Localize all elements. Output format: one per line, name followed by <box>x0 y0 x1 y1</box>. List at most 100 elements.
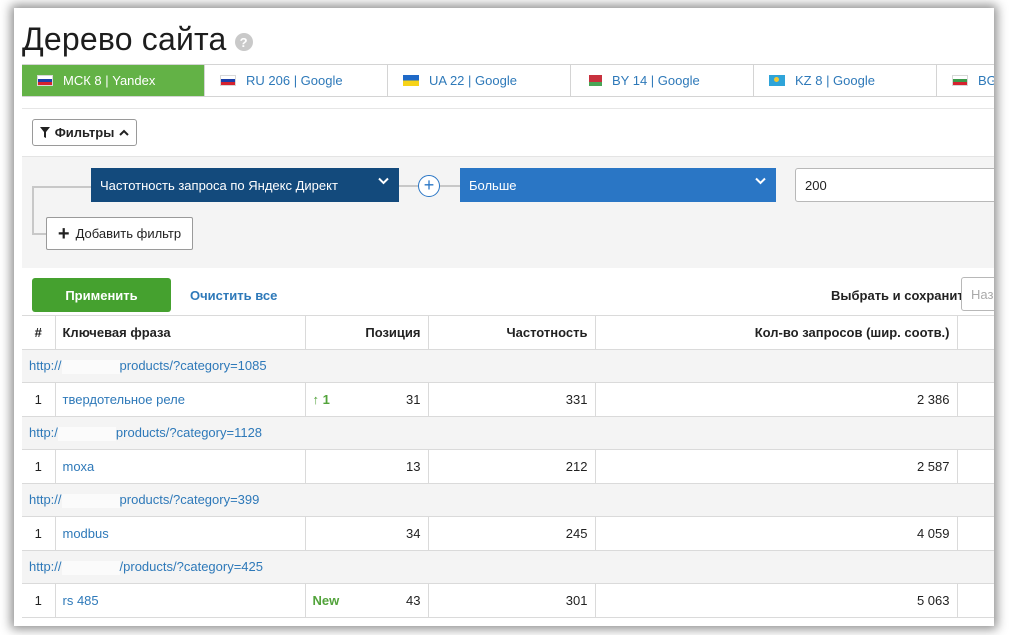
url-suffix: products/?category=1085 <box>119 357 267 373</box>
url-redaction <box>61 493 120 508</box>
position-value: 13 <box>406 458 421 474</box>
url-group-row: http:/ products/?category=1128 <box>22 416 994 450</box>
keyword-cell: твердотельное реле <box>55 382 306 417</box>
tab-label: UA 22 | Google <box>429 73 517 88</box>
keyword-cell: moxa <box>55 449 306 484</box>
url-suffix: /products/?category=425 <box>119 558 263 574</box>
position-cell: ↑ 1 31 <box>305 382 429 417</box>
add-condition-icon[interactable]: + <box>418 175 440 197</box>
russia-flag-icon <box>220 75 236 86</box>
table-row: 1 moxa 13 212 2 587 <box>22 449 994 484</box>
group-url-link[interactable]: http:// products/?category=399 <box>22 483 994 517</box>
position-value: 31 <box>406 391 421 407</box>
chevron-down-icon <box>378 177 389 185</box>
keyword-cell: rs 485 <box>55 583 306 618</box>
column-header-keyword[interactable]: Ключевая фраза <box>55 315 306 350</box>
table-row: 1 rs 485 New 43 301 5 063 <box>22 583 994 618</box>
column-header-frequency[interactable]: Частотность <box>428 315 596 350</box>
frequency-cell: 245 <box>428 516 596 551</box>
metric-select[interactable]: Частотность запроса по Яндекс Директ <box>91 168 399 202</box>
chevron-down-icon <box>755 177 766 185</box>
operator-select-value: Больше <box>469 177 517 193</box>
region-tabs: МСК 8 | Yandex RU 206 | Google UA 22 | G… <box>22 64 994 97</box>
chevron-up-icon <box>119 129 130 136</box>
url-suffix: products/?category=1128 <box>115 424 263 440</box>
keyword-link[interactable]: moxa <box>63 459 95 474</box>
column-header-extra <box>957 315 994 350</box>
connector-line <box>440 185 460 187</box>
add-filter-button[interactable]: + Добавить фильтр <box>46 217 193 250</box>
url-group-row: http:// /products/?category=425 <box>22 550 994 584</box>
tab-msk-yandex[interactable]: МСК 8 | Yandex <box>22 65 205 96</box>
keyword-link[interactable]: modbus <box>63 526 109 541</box>
keyword-cell: modbus <box>55 516 306 551</box>
filter-header: Фильтры <box>22 109 994 157</box>
tab-by-google[interactable]: BY 14 | Google <box>571 65 754 96</box>
url-prefix: http:// <box>29 558 62 574</box>
help-icon[interactable]: ? <box>234 33 253 51</box>
extra-cell <box>957 516 994 551</box>
position-value: 43 <box>406 592 421 608</box>
ukraine-flag-icon <box>403 75 419 86</box>
site-tree-panel: Дерево сайта ? МСК 8 | Yandex RU 206 | G… <box>14 8 994 626</box>
queries-cell: 4 059 <box>595 516 958 551</box>
action-row: Применить Очистить все Выбрать и сохрани… <box>22 268 994 318</box>
queries-cell: 2 587 <box>595 449 958 484</box>
filters-toggle-button[interactable]: Фильтры <box>32 119 137 146</box>
filter-value-input[interactable] <box>795 168 994 202</box>
belarus-flag-icon <box>586 75 602 86</box>
position-cell: 13 <box>305 449 429 484</box>
page-title: Дерево сайта <box>22 20 227 57</box>
tab-label: МСК 8 | Yandex <box>63 73 156 88</box>
metric-select-value: Частотность запроса по Яндекс Директ <box>100 177 338 193</box>
column-header-queries[interactable]: Кол-во запросов (шир. соотв.) <box>595 315 958 350</box>
apply-button[interactable]: Применить <box>32 278 171 312</box>
tab-ua-google[interactable]: UA 22 | Google <box>388 65 571 96</box>
group-url-link[interactable]: http:// /products/?category=425 <box>22 550 994 584</box>
url-redaction <box>61 560 120 575</box>
tab-ru-google[interactable]: RU 206 | Google <box>205 65 388 96</box>
filter-tree-line <box>32 186 34 235</box>
keyword-link[interactable]: твердотельное реле <box>63 392 185 407</box>
kazakhstan-flag-icon <box>769 75 785 86</box>
extra-cell <box>957 382 994 417</box>
frequency-cell: 331 <box>428 382 596 417</box>
url-group-row: http:// products/?category=399 <box>22 483 994 517</box>
bulgaria-flag-icon <box>952 75 968 86</box>
title-row: Дерево сайта ? <box>22 16 253 62</box>
save-name-input[interactable] <box>961 277 994 311</box>
filters-toggle-label: Фильтры <box>54 125 115 140</box>
queries-cell: 5 063 <box>595 583 958 618</box>
row-index: 1 <box>22 382 56 417</box>
extra-cell <box>957 583 994 618</box>
keyword-link[interactable]: rs 485 <box>63 593 99 608</box>
url-redaction <box>57 426 116 441</box>
url-prefix: http:// <box>29 491 62 507</box>
table-row: 1 твердотельное реле ↑ 1 31 331 2 386 <box>22 382 994 417</box>
tab-bg[interactable]: BG <box>937 65 994 96</box>
url-group-row: http:// products/?category=1085 <box>22 349 994 383</box>
position-change: ↑ 1 <box>312 391 330 407</box>
position-cell: 34 <box>305 516 429 551</box>
column-header-position[interactable]: Позиция <box>305 315 429 350</box>
position-value: 34 <box>406 525 421 541</box>
group-url-link[interactable]: http:// products/?category=1085 <box>22 349 994 383</box>
tab-kz-google[interactable]: KZ 8 | Google <box>754 65 937 96</box>
url-suffix: products/?category=399 <box>119 491 260 507</box>
url-prefix: http:// <box>29 357 62 373</box>
url-redaction <box>61 359 120 374</box>
tab-label: BG <box>978 73 994 88</box>
row-index: 1 <box>22 583 56 618</box>
table-row: 1 modbus 34 245 4 059 <box>22 516 994 551</box>
queries-cell: 2 386 <box>595 382 958 417</box>
position-new-badge: New <box>312 592 340 608</box>
position-cell: New 43 <box>305 583 429 618</box>
tab-label: BY 14 | Google <box>612 73 700 88</box>
plus-icon: + <box>57 222 70 245</box>
russia-flag-icon <box>37 75 53 86</box>
group-url-link[interactable]: http:/ products/?category=1128 <box>22 416 994 450</box>
clear-all-link[interactable]: Очистить все <box>190 288 277 303</box>
filter-tree-line <box>32 186 92 188</box>
operator-select[interactable]: Больше <box>460 168 776 202</box>
row-index: 1 <box>22 449 56 484</box>
